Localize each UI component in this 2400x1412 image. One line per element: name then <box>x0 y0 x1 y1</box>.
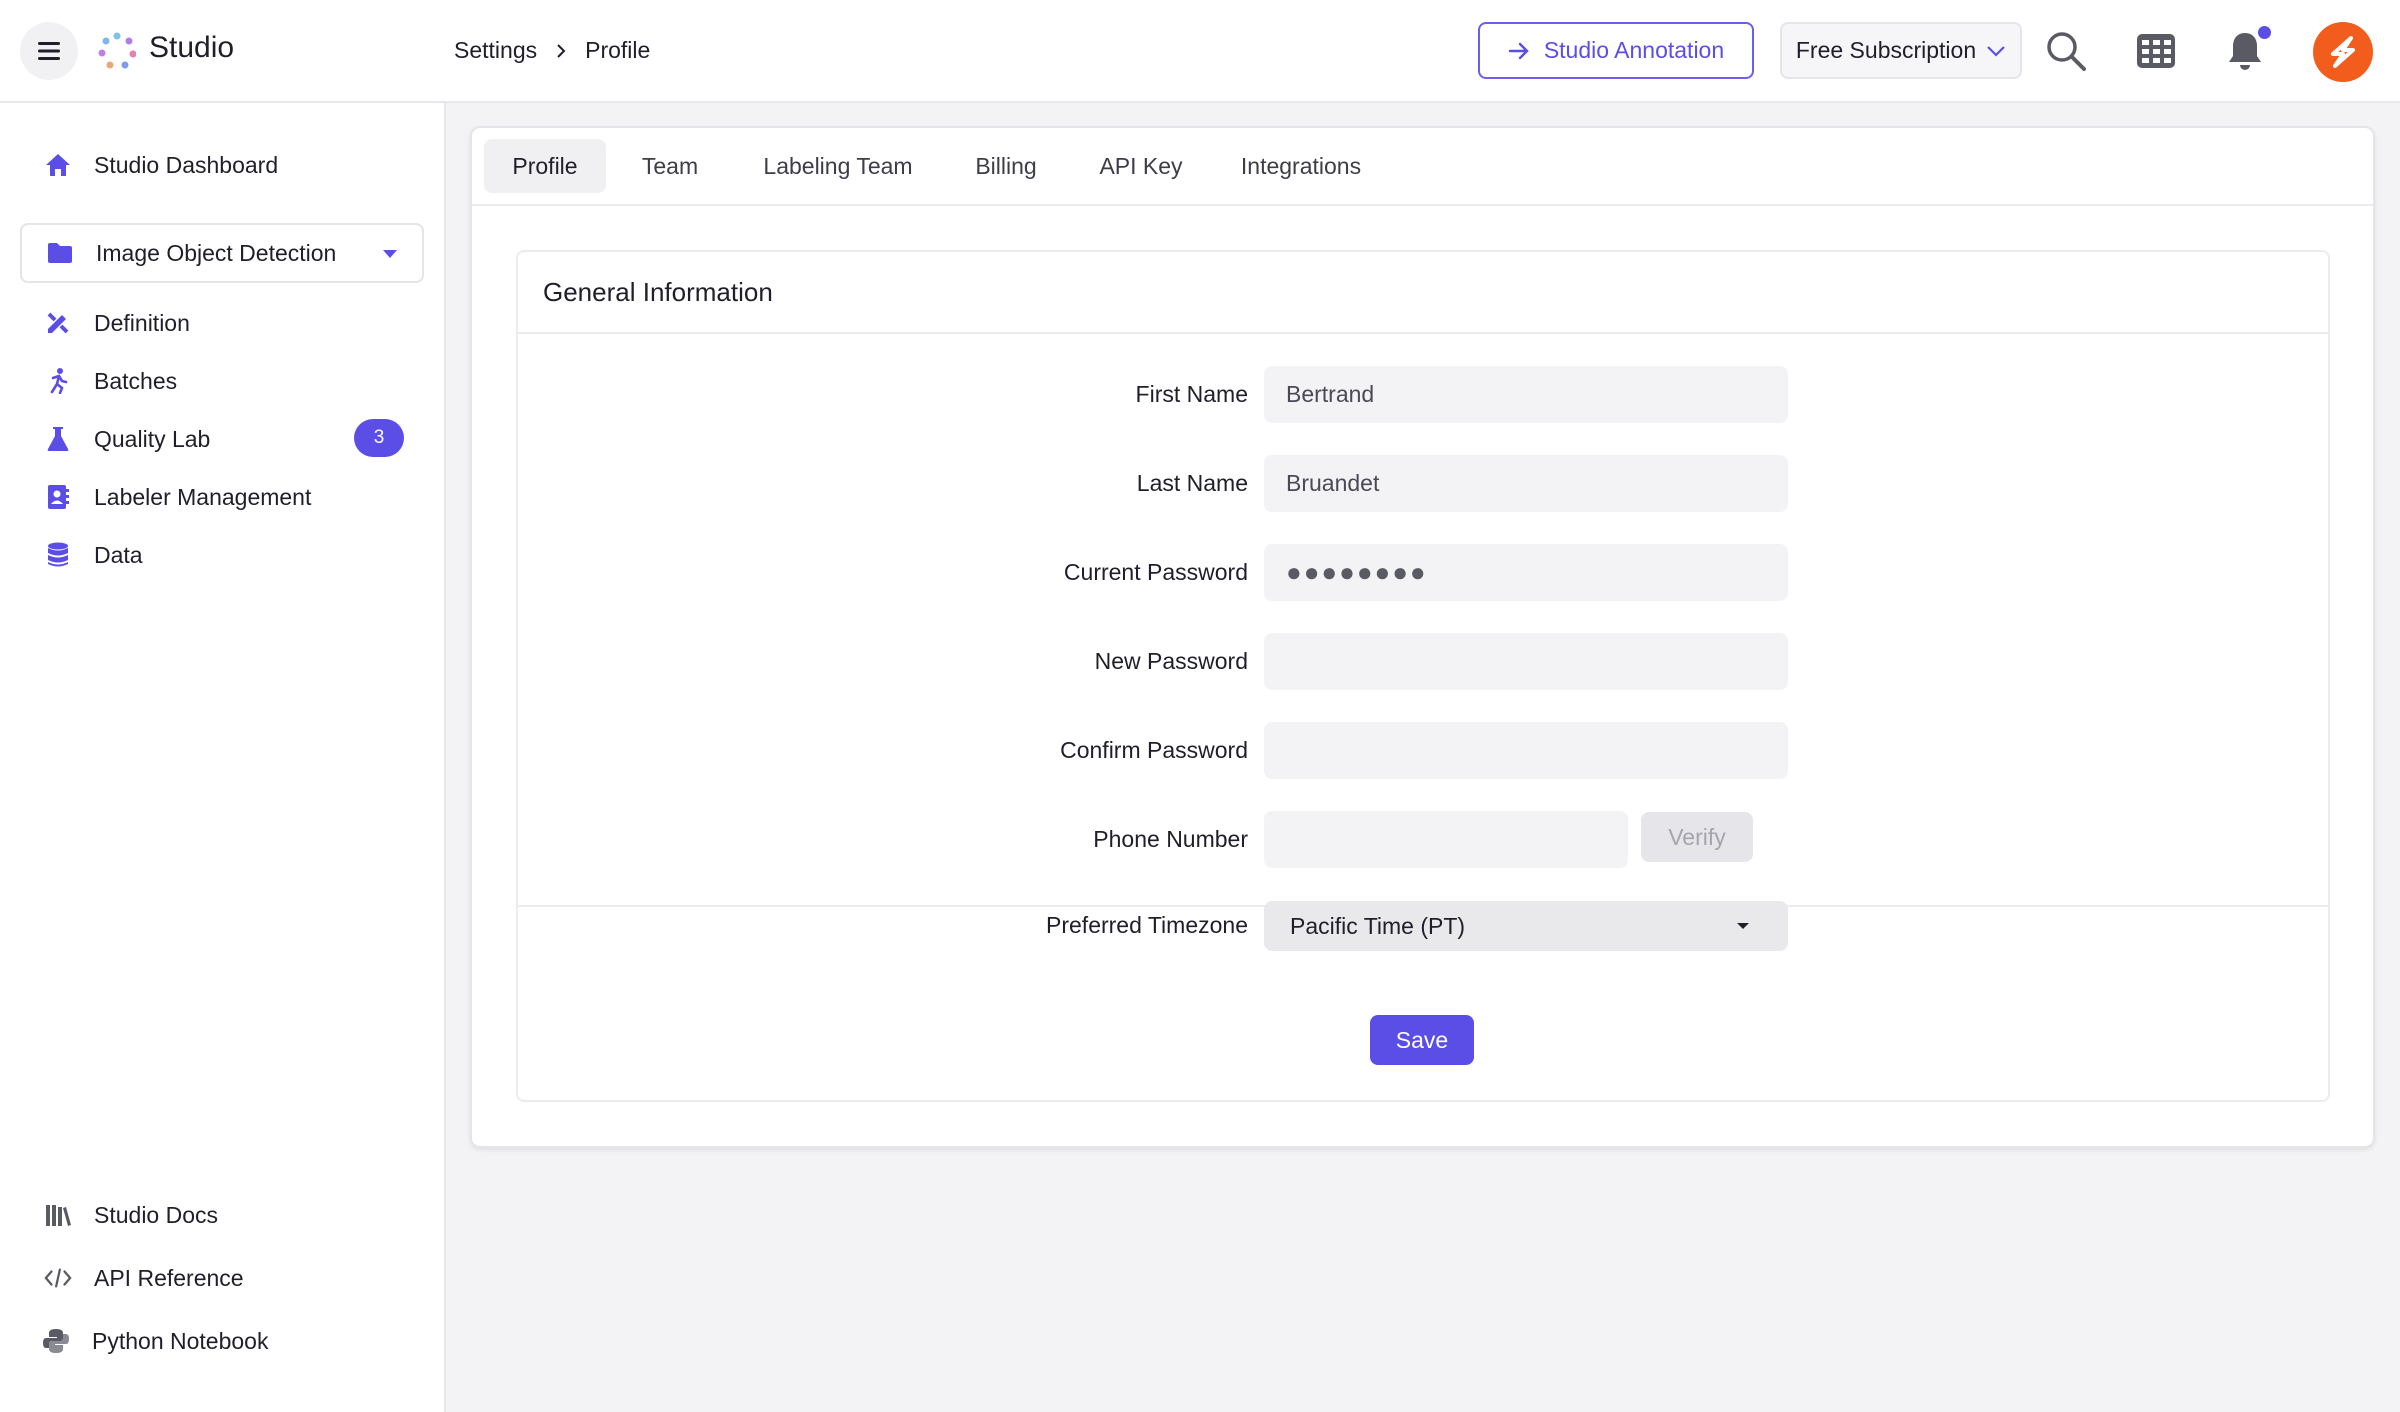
confirm-password-field[interactable] <box>1264 722 1788 779</box>
brand-logo-icon <box>2331 36 2355 68</box>
verify-button[interactable]: Verify <box>1641 812 1753 862</box>
apps-grid-button[interactable] <box>2135 30 2177 72</box>
flask-icon <box>44 425 72 453</box>
chevron-down-icon <box>1987 45 2005 57</box>
timezone-select[interactable]: Pacific Time (PT) <box>1264 901 1788 951</box>
sidebar-link-label: Studio Docs <box>94 1201 219 1228</box>
search-icon <box>2047 32 2086 71</box>
timezone-label: Preferred Timezone <box>1046 912 1248 938</box>
phone-number-field[interactable] <box>1264 811 1628 868</box>
breadcrumb: Settings Profile <box>454 37 650 64</box>
current-password-field[interactable]: ●●●●●●●● <box>1264 544 1788 601</box>
quality-lab-count-badge: 3 <box>354 419 404 457</box>
sidebar-link-api-reference[interactable]: API Reference <box>20 1256 424 1300</box>
sidebar-item-studio-dashboard[interactable]: Studio Dashboard <box>20 135 424 195</box>
sidebar-item-data[interactable]: Data <box>20 525 424 585</box>
search-button[interactable] <box>2045 30 2087 72</box>
tab-team[interactable]: Team <box>620 139 720 193</box>
new-password-label: New Password <box>1094 648 1248 674</box>
app-title[interactable]: Studio <box>149 31 234 65</box>
code-icon <box>44 1264 72 1292</box>
studio-annotation-button[interactable]: Studio Annotation <box>1478 22 1754 79</box>
sidebar-link-label: Python Notebook <box>92 1327 269 1354</box>
menu-icon <box>38 42 60 60</box>
bell-icon <box>2229 33 2261 70</box>
sidebar-item-batches[interactable]: Batches <box>20 351 424 411</box>
sidebar-item-label: Quality Lab <box>94 425 211 452</box>
breadcrumb-profile: Profile <box>585 37 651 63</box>
sidebar-item-label: Data <box>94 541 143 568</box>
tab-billing[interactable]: Billing <box>956 139 1056 193</box>
first-name-field[interactable]: Bertrand <box>1264 366 1788 423</box>
caret-down-icon <box>383 250 397 258</box>
save-button[interactable]: Save <box>1370 1015 1474 1065</box>
project-selector[interactable]: Image Object Detection <box>20 223 424 283</box>
sidebar-link-label: API Reference <box>94 1264 244 1291</box>
caret-down-icon <box>1737 923 1749 929</box>
tab-integrations[interactable]: Integrations <box>1226 139 1376 193</box>
python-icon <box>42 1327 70 1355</box>
contact-book-icon <box>44 483 72 511</box>
sidebar-item-definition[interactable]: Definition <box>20 293 424 353</box>
arrow-right-icon <box>1508 42 1529 59</box>
timezone-value: Pacific Time (PT) <box>1290 912 1466 939</box>
running-person-icon <box>44 367 72 395</box>
folder-icon <box>46 239 74 267</box>
studio-annotation-label: Studio Annotation <box>1543 37 1725 63</box>
confirm-password-label: Confirm Password <box>1060 737 1248 763</box>
sidebar-item-label: Definition <box>94 309 190 336</box>
last-name-label: Last Name <box>1136 470 1248 496</box>
first-name-label: First Name <box>1135 381 1248 407</box>
user-avatar[interactable] <box>2313 22 2373 82</box>
pencil-ruler-icon <box>44 309 72 337</box>
notification-dot <box>2258 26 2271 39</box>
sidebar-item-label: Studio Dashboard <box>94 151 279 178</box>
phone-number-label: Phone Number <box>1093 826 1248 852</box>
section-title: General Information <box>518 252 2328 334</box>
current-password-label: Current Password <box>1063 559 1248 585</box>
database-icon <box>44 541 72 569</box>
home-icon <box>44 151 72 179</box>
settings-tabs: Profile Team Labeling Team Billing API K… <box>472 128 2373 206</box>
top-header: Studio Settings Profile Studio Annotatio… <box>0 0 2400 103</box>
hamburger-menu-button[interactable] <box>20 22 78 80</box>
studio-logo-icon <box>98 32 136 69</box>
chevron-right-icon <box>557 43 566 58</box>
project-name: Image Object Detection <box>96 239 337 266</box>
sidebar-item-labeler-management[interactable]: Labeler Management <box>20 467 424 527</box>
last-name-field[interactable]: Bruandet <box>1264 455 1788 512</box>
books-icon <box>44 1201 72 1229</box>
tab-labeling-team[interactable]: Labeling Team <box>750 139 926 193</box>
subscription-label: Free Subscription <box>1795 37 1977 63</box>
sidebar: Studio Dashboard Image Object Detection … <box>0 103 446 1412</box>
sidebar-link-python-notebook[interactable]: Python Notebook <box>18 1319 422 1363</box>
subscription-select[interactable]: Free Subscription <box>1780 22 2022 79</box>
sidebar-item-quality-lab[interactable]: Quality Lab 3 <box>20 409 424 469</box>
sidebar-item-label: Batches <box>94 367 178 394</box>
new-password-field[interactable] <box>1264 633 1788 690</box>
grid-icon <box>2137 34 2175 68</box>
breadcrumb-settings[interactable]: Settings <box>454 37 537 64</box>
sidebar-item-label: Labeler Management <box>94 483 312 510</box>
tab-api-key[interactable]: API Key <box>1086 139 1196 193</box>
tab-profile[interactable]: Profile <box>484 139 606 193</box>
sidebar-link-studio-docs[interactable]: Studio Docs <box>20 1193 424 1237</box>
